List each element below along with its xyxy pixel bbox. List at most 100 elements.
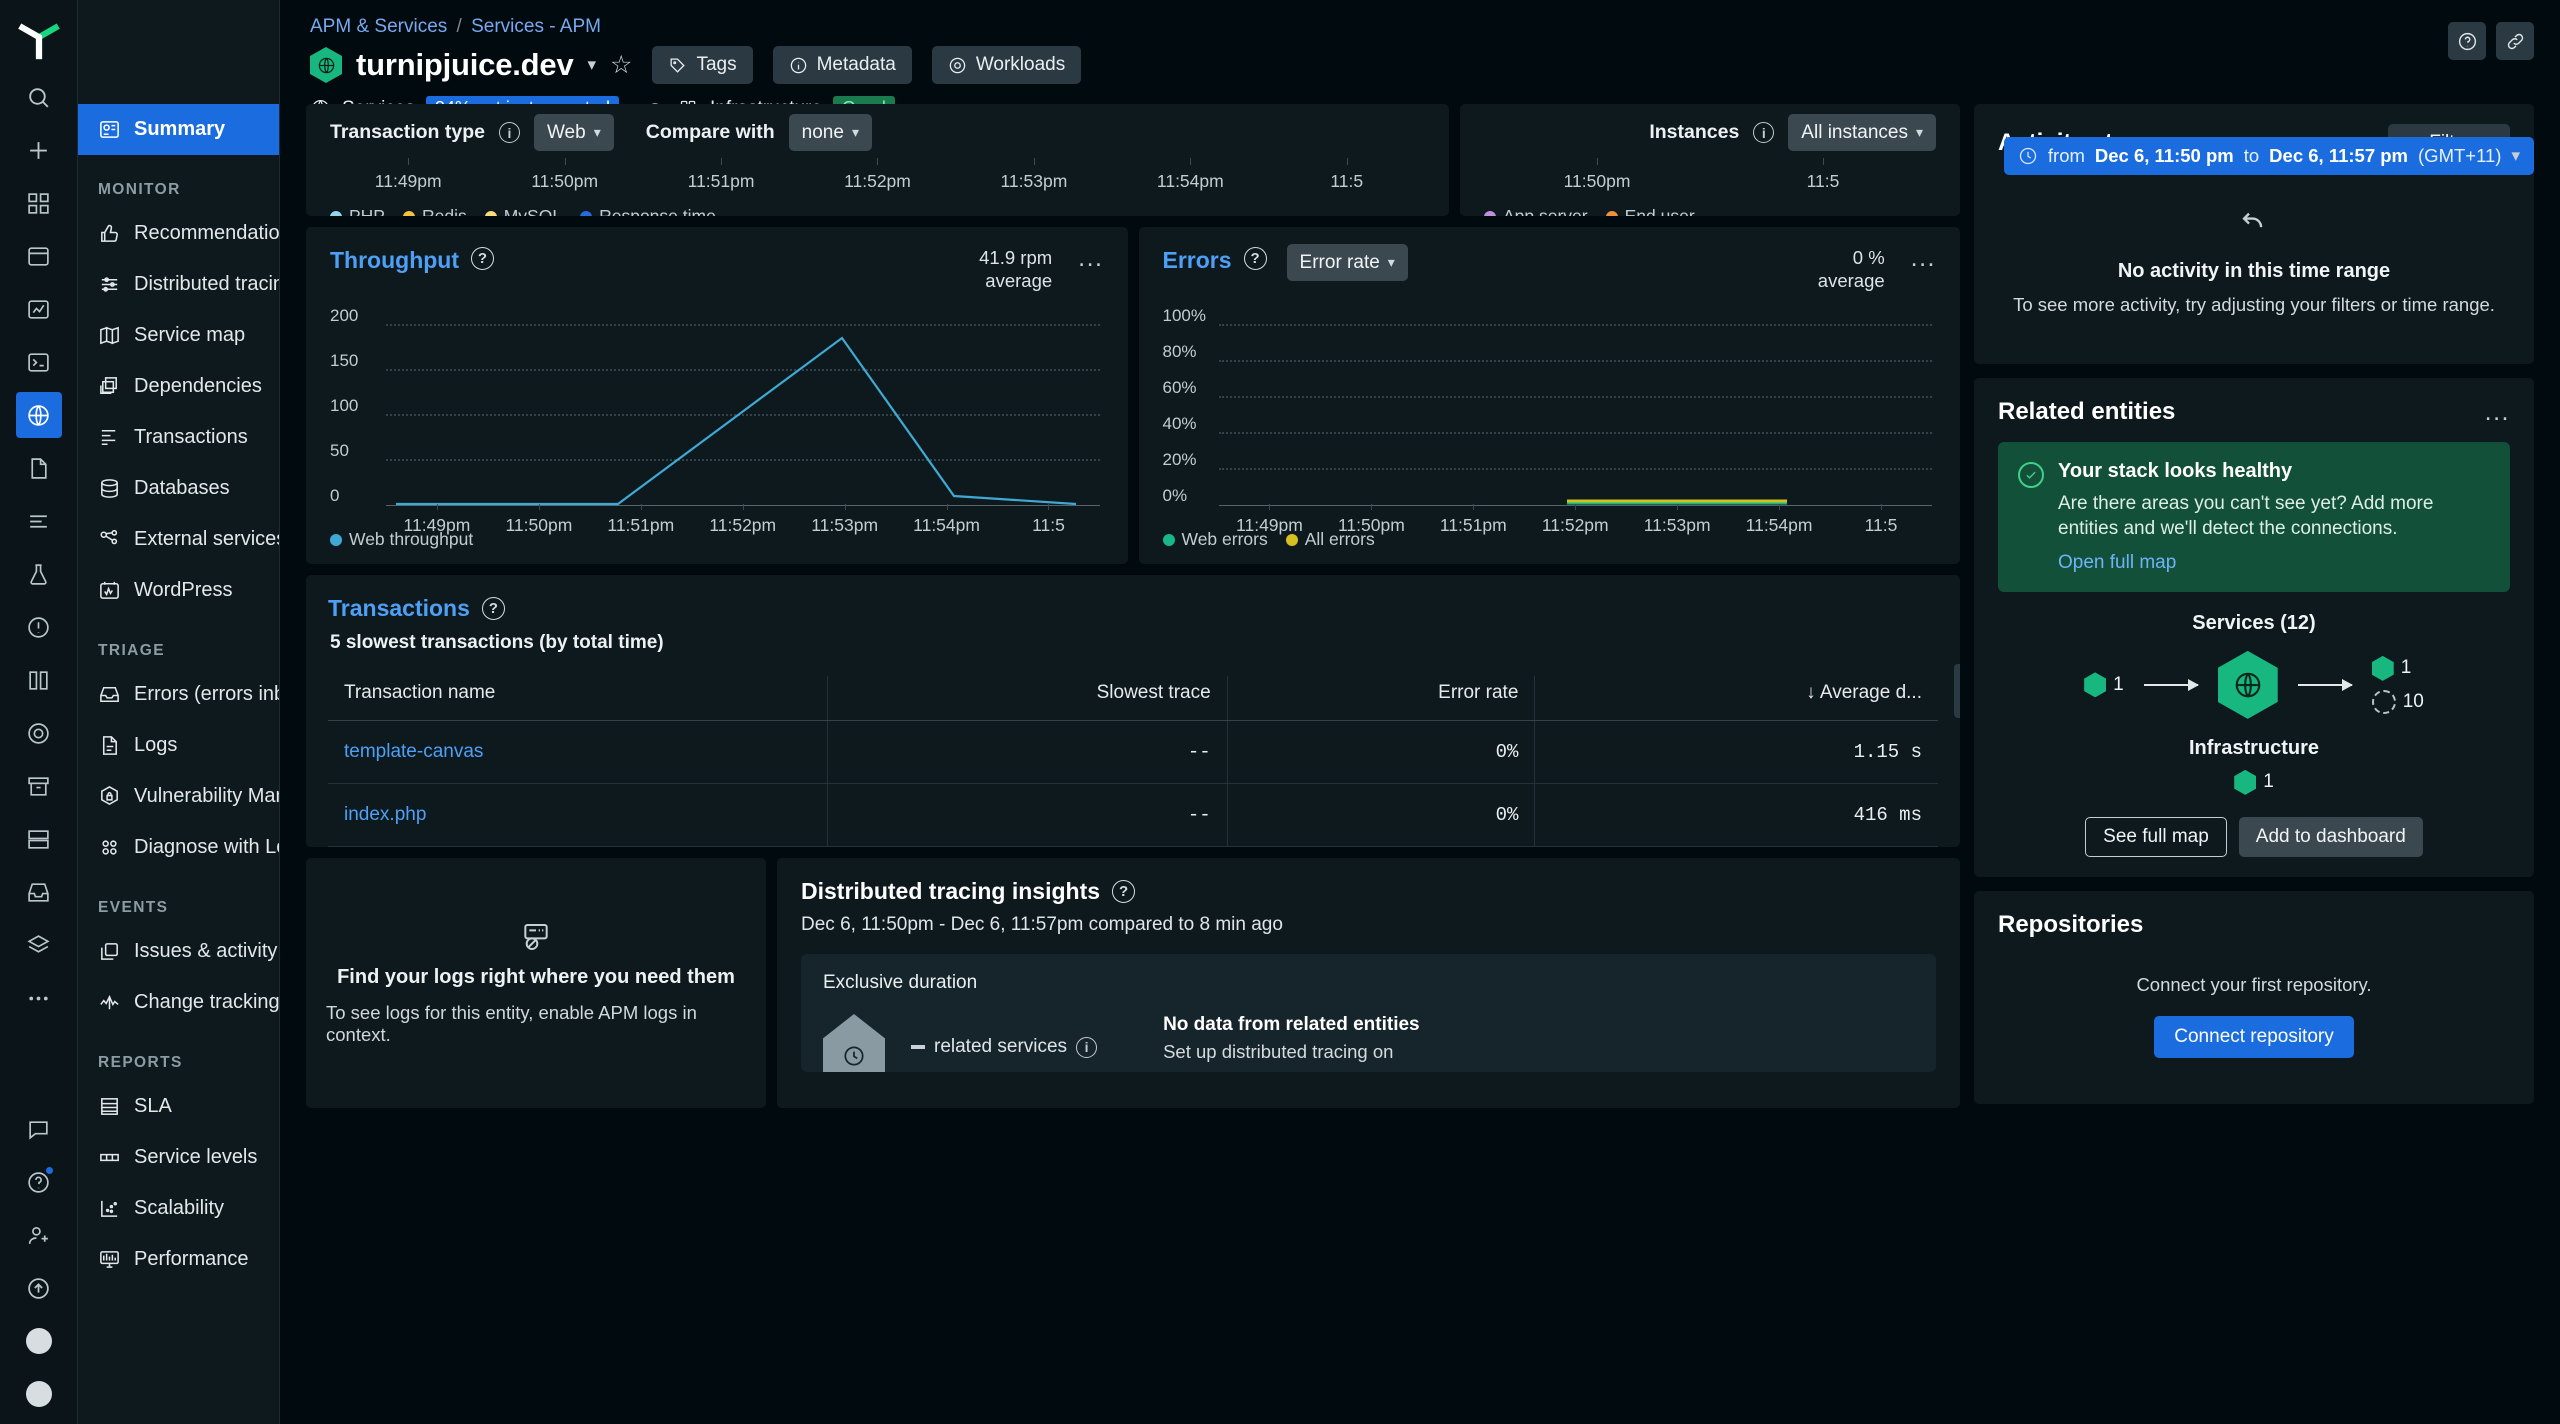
- downstream-node[interactable]: 1: [2371, 655, 2424, 681]
- terminal-icon[interactable]: [16, 339, 62, 385]
- favorite-star-icon[interactable]: ☆: [610, 50, 632, 80]
- errors-menu-button[interactable]: ...: [1911, 246, 1936, 271]
- entity-dropdown-chevron-icon[interactable]: ▾: [587, 55, 596, 75]
- dt-info-icon[interactable]: i: [1076, 1036, 1098, 1058]
- transaction-type-info-icon[interactable]: i: [498, 122, 520, 143]
- transaction-link[interactable]: index.php: [344, 804, 426, 825]
- errors-title[interactable]: Errors: [1163, 247, 1232, 274]
- chat-icon[interactable]: [16, 1106, 62, 1152]
- compare-with-select[interactable]: none ▾: [788, 114, 872, 151]
- sidebar-item-databases[interactable]: Databases: [78, 463, 279, 514]
- sidebar-item-sla[interactable]: SLA: [78, 1081, 279, 1132]
- sidebar-item-summary[interactable]: Summary: [78, 104, 279, 155]
- apps-grid-icon[interactable]: [16, 180, 62, 226]
- list-icon[interactable]: [16, 498, 62, 544]
- column-header-transaction-name[interactable]: Transaction name: [328, 676, 828, 721]
- help-circle-icon[interactable]: [16, 1159, 62, 1205]
- question-mark-icon[interactable]: ?: [471, 247, 495, 270]
- sidebar-item-external-services[interactable]: External services: [78, 514, 279, 565]
- cell-transaction-name: template-canvas: [328, 720, 828, 784]
- browser-icon[interactable]: [16, 233, 62, 279]
- errors-metric-select[interactable]: Error rate ▾: [1286, 244, 1408, 281]
- sidebar-item-errors-inbox[interactable]: Errors (errors inbox): [78, 669, 279, 720]
- sidebar-item-service-levels[interactable]: Service levels: [78, 1132, 279, 1183]
- legend-item[interactable]: Web errors: [1162, 529, 1268, 550]
- connect-repository-button[interactable]: Connect repository: [2154, 1015, 2354, 1058]
- server-icon[interactable]: [16, 816, 62, 862]
- target-icon[interactable]: [16, 710, 62, 756]
- upload-icon[interactable]: [16, 1265, 62, 1311]
- upstream-node[interactable]: 1: [2084, 672, 2124, 698]
- sidebar-item-distributed-tracing[interactable]: Distributed tracing: [78, 259, 279, 310]
- sidebar-item-logs[interactable]: Logs: [78, 720, 279, 771]
- sidebar-item-performance[interactable]: Performance: [78, 1234, 279, 1285]
- plus-icon[interactable]: [16, 127, 62, 173]
- sidebar-item-dependencies[interactable]: Dependencies: [78, 361, 279, 412]
- help-button[interactable]: [2448, 22, 2486, 60]
- archive-icon[interactable]: [16, 763, 62, 809]
- breadcrumb-root[interactable]: APM & Services: [310, 16, 447, 37]
- open-full-map-link[interactable]: Open full map: [2058, 552, 2176, 574]
- sidebar-item-wordpress[interactable]: WordPress: [78, 565, 279, 616]
- column-header-average-duration[interactable]: ↓ Average d...: [1534, 676, 1938, 721]
- column-header-error-rate[interactable]: Error rate: [1226, 676, 1535, 721]
- legend-item[interactable]: Response time: [580, 206, 716, 216]
- search-icon[interactable]: [16, 74, 62, 120]
- flask-icon[interactable]: [16, 551, 62, 597]
- topbar-actions: [2448, 22, 2534, 60]
- throughput-title[interactable]: Throughput: [330, 247, 459, 274]
- sidebar-item-issues-activity[interactable]: Issues & activity: [78, 926, 279, 977]
- workloads-button[interactable]: Workloads: [931, 46, 1082, 84]
- sidebar-item-diagnose-with-lookout[interactable]: Diagnose with Lookout: [78, 822, 279, 873]
- metadata-button[interactable]: Metadata: [772, 46, 912, 84]
- table-row[interactable]: template-canvas -- 0% 1.15 s: [328, 720, 1938, 784]
- related-entities-menu-button[interactable]: ...: [2485, 399, 2510, 424]
- legend-item[interactable]: Web throughput: [330, 529, 473, 550]
- instances-select[interactable]: All instances ▾: [1788, 114, 1936, 151]
- sidebar-item-scalability[interactable]: Scalability: [78, 1183, 279, 1234]
- sidebar-item-recommendations[interactable]: Recommendations: [78, 208, 279, 259]
- question-mark-icon[interactable]: ?: [481, 597, 505, 620]
- globe-icon[interactable]: [15, 392, 62, 438]
- panel-collapse-handle[interactable]: ›: [1954, 664, 1960, 718]
- legend-item[interactable]: App server: [1484, 206, 1588, 216]
- layers-icon[interactable]: [16, 922, 62, 968]
- sidebar-item-change-tracking[interactable]: Change tracking: [78, 977, 279, 1028]
- sidebar-item-transactions[interactable]: Transactions: [78, 412, 279, 463]
- legend-item[interactable]: MySQL: [484, 206, 562, 216]
- table-row[interactable]: index.php -- 0% 416 ms: [328, 783, 1938, 847]
- current-entity-node[interactable]: [2217, 650, 2278, 719]
- alert-circle-icon[interactable]: [16, 604, 62, 650]
- add-user-icon[interactable]: [16, 1212, 62, 1258]
- tags-button[interactable]: Tags: [652, 46, 753, 84]
- breadcrumb-current[interactable]: Services - APM: [471, 16, 601, 37]
- time-range-picker[interactable]: from Dec 6, 11:50 pm to Dec 6, 11:57 pm …: [2003, 137, 2534, 175]
- infrastructure-node[interactable]: 1: [2234, 769, 2274, 795]
- avatar-secondary[interactable]: [16, 1371, 62, 1417]
- add-to-dashboard-button[interactable]: Add to dashboard: [2238, 816, 2423, 857]
- inbox-icon[interactable]: [16, 869, 62, 915]
- more-dots-icon[interactable]: [16, 975, 62, 1021]
- columns-icon[interactable]: [16, 657, 62, 703]
- legend-item[interactable]: End user: [1605, 206, 1695, 216]
- instances-info-icon[interactable]: i: [1753, 122, 1775, 143]
- downstream-uninstrumented-node[interactable]: 10: [2371, 689, 2424, 714]
- legend-item[interactable]: Redis: [402, 206, 467, 216]
- dashboards-icon[interactable]: [16, 286, 62, 332]
- column-header-slowest-trace[interactable]: Slowest trace: [827, 676, 1228, 721]
- legend-item[interactable]: PHP: [330, 206, 385, 216]
- legend-item[interactable]: All errors: [1285, 529, 1375, 550]
- transaction-type-select[interactable]: Web ▾: [533, 114, 614, 151]
- transaction-link[interactable]: template-canvas: [344, 741, 483, 762]
- new-relic-logo[interactable]: [17, 14, 61, 60]
- question-mark-icon[interactable]: ?: [1112, 880, 1136, 903]
- question-mark-icon[interactable]: ?: [1243, 247, 1267, 270]
- document-icon[interactable]: [16, 445, 62, 491]
- sidebar-item-service-map[interactable]: Service map: [78, 310, 279, 361]
- copy-link-button[interactable]: [2496, 22, 2534, 60]
- throughput-menu-button[interactable]: ...: [1078, 246, 1103, 271]
- transactions-title[interactable]: Transactions: [328, 595, 470, 622]
- see-full-map-button[interactable]: See full map: [2085, 816, 2227, 857]
- sidebar-item-vulnerability-management[interactable]: Vulnerability Managem...: [78, 771, 279, 822]
- avatar[interactable]: [16, 1318, 62, 1364]
